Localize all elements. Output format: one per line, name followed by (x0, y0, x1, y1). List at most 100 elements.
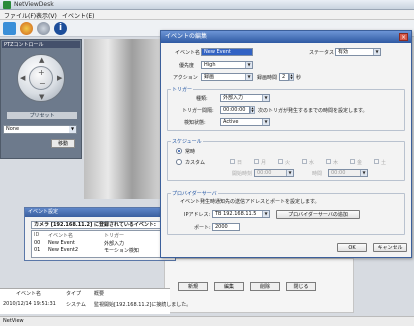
trigger-type-value: 外部入力 (223, 95, 244, 101)
col-trigger: トリガー (104, 233, 125, 239)
ptz-zoom-center[interactable]: + − (29, 66, 53, 90)
trigger-interval-label: トリガー間隔: (182, 108, 214, 114)
ptz-direction-pad[interactable]: ▲ ▼ ◀ ▶ + − (17, 54, 65, 102)
arrow-left-icon[interactable]: ◀ (20, 74, 25, 82)
log-row-time: 2010/12/14 19:51:31 (3, 301, 56, 307)
menu-event[interactable]: イベント(E) (62, 11, 94, 20)
chevron-down-icon: ▼ (69, 126, 76, 133)
action-select[interactable]: 録画 ▼ (201, 73, 253, 81)
new-button[interactable]: 新規 (178, 282, 208, 291)
event-log: イベント名 タイプ 概要 2010/12/14 19:51:31 システム 監視… (0, 288, 191, 314)
interval-spinner[interactable]: ▲ ▼ (250, 106, 255, 114)
chevron-down-icon: ▼ (262, 211, 269, 217)
end-time-value: 00:00 (331, 170, 346, 176)
day-label: 日 (237, 160, 243, 166)
camera-icon[interactable] (3, 22, 16, 35)
menu-view[interactable]: 表示(V) (36, 11, 57, 20)
zoom-out-icon[interactable]: − (39, 79, 46, 88)
menubar: ファイル(F) 表示(V) イベント(E) (0, 10, 414, 20)
settings-icon[interactable] (37, 22, 50, 35)
provider-server-group: プロバイダーサーバ イベント発生時通知先の送信アドレスとポートを設定します。 I… (167, 190, 405, 235)
schedule-group-title: スケジュール (171, 138, 203, 145)
record-icon[interactable] (20, 22, 33, 35)
table-row-id[interactable]: 01 (34, 247, 40, 253)
table-row-id[interactable]: 00 (34, 240, 40, 246)
day-checkbox[interactable] (302, 159, 307, 164)
col-id: ID (34, 232, 40, 238)
ip-address-label: IPアドレス: (184, 212, 211, 218)
port-field[interactable]: 2000 (212, 223, 240, 231)
table-row-trigger[interactable]: 外部入力 (104, 240, 124, 247)
action-select-value: 録画 (204, 74, 215, 80)
event-name-field[interactable]: New Event (201, 48, 253, 56)
event-list-title: イベント設定 (25, 208, 175, 217)
action-label: アクション (173, 75, 198, 81)
table-row-name[interactable]: New Event2 (48, 247, 78, 253)
radio-custom[interactable] (176, 159, 182, 165)
duration-spinner[interactable]: ▲ ▼ (289, 73, 294, 81)
trigger-type-select[interactable]: 外部入力 ▼ (220, 94, 270, 102)
trigger-interval-field[interactable]: 00:00:00 (220, 106, 250, 114)
trigger-group-title: トリガー (171, 86, 194, 93)
cancel-button[interactable]: キャンセル (373, 243, 407, 252)
duration-field[interactable]: 2 (279, 73, 289, 81)
day-label: 金 (357, 160, 363, 166)
preset-select[interactable]: None ▼ (3, 125, 77, 134)
priority-select[interactable]: High ▼ (201, 61, 253, 69)
statusbar: NetView (0, 316, 414, 326)
status-label: ステータス (309, 50, 335, 56)
day-checkbox[interactable] (326, 159, 331, 164)
priority-label: 優先度 (179, 63, 195, 69)
app-logo-icon (3, 1, 11, 9)
port-label: ポート: (194, 225, 211, 231)
delete-button[interactable]: 削除 (250, 282, 280, 291)
event-name-label: イベント名 (175, 50, 201, 56)
table-row-trigger[interactable]: モーション検知 (104, 247, 139, 254)
arrow-right-icon[interactable]: ▶ (57, 74, 62, 82)
event-edit-dialog: イベントの編集 × イベント名 New Event ステータス 有効 ▼ 優先度 … (160, 30, 412, 258)
detect-state-label: 検知状態: (184, 120, 206, 126)
start-time-select[interactable]: 00:00 ▼ (254, 169, 294, 177)
event-list-camera-header: カメラ [192.168.11.2] に登録されているイベント: (31, 221, 171, 229)
day-label: 月 (261, 160, 267, 166)
edit-button[interactable]: 編集 (214, 282, 244, 291)
start-time-label: 開始時刻 (232, 171, 253, 177)
info-icon[interactable]: i (54, 22, 67, 35)
provider-server-note: イベント発生時通知先の送信アドレスとポートを設定します。 (180, 199, 320, 205)
ok-button[interactable]: OK (337, 243, 367, 252)
camera-video-view (84, 39, 164, 199)
detect-state-select[interactable]: Active ▼ (220, 118, 270, 126)
day-checkbox[interactable] (278, 159, 283, 164)
radio-always[interactable] (176, 148, 182, 154)
day-checkbox[interactable] (350, 159, 355, 164)
log-header-event-name: イベント名 (16, 291, 42, 297)
day-checkbox[interactable] (230, 159, 235, 164)
event-list-dialog: イベント設定 カメラ [192.168.11.2] に登録されているイベント: … (24, 207, 176, 261)
status-select[interactable]: 有効 ▼ (335, 48, 381, 56)
provider-server-group-title: プロバイダーサーバ (171, 190, 218, 197)
log-row-desc: 監視開始[192.168.11.2]に接続しました。 (94, 302, 192, 308)
ip-address-select[interactable]: TB 192.168.11.5 ▼ (212, 210, 270, 218)
log-header-desc: 概要 (94, 291, 105, 297)
end-time-select[interactable]: 00:00 ▼ (328, 169, 368, 177)
close-icon[interactable]: × (399, 33, 408, 41)
col-name: イベント名 (48, 233, 74, 239)
day-checkbox[interactable] (374, 159, 379, 164)
trigger-interval-note: 次のトリガが発生するまでの時間を設定します。 (258, 108, 368, 114)
day-checkbox[interactable] (254, 159, 259, 164)
move-button[interactable]: 移動 (51, 139, 75, 148)
menu-file[interactable]: ファイル(F) (4, 11, 36, 20)
schedule-group: スケジュール 常時 カスタム 日 月 火 水 木 金 土 開始時刻 00:00 ▼… (167, 138, 405, 181)
arrow-up-icon[interactable]: ▲ (39, 56, 44, 64)
log-row-type: システム (66, 302, 86, 308)
add-provider-server-button[interactable]: プロバイダーサーバの追加 (276, 210, 360, 219)
chevron-down-icon: ▼ (262, 119, 269, 125)
zoom-in-icon[interactable]: + (38, 68, 45, 77)
ip-address-value: TB 192.168.11.5 (215, 211, 257, 217)
ptz-header: PTZコントロール (2, 41, 80, 48)
dialog-title: イベントの編集 (161, 31, 411, 43)
day-label: 土 (381, 160, 387, 166)
arrow-down-icon[interactable]: ▼ (39, 93, 44, 101)
table-row-name[interactable]: New Event (48, 240, 75, 246)
close-button[interactable]: 閉じる (286, 282, 316, 291)
